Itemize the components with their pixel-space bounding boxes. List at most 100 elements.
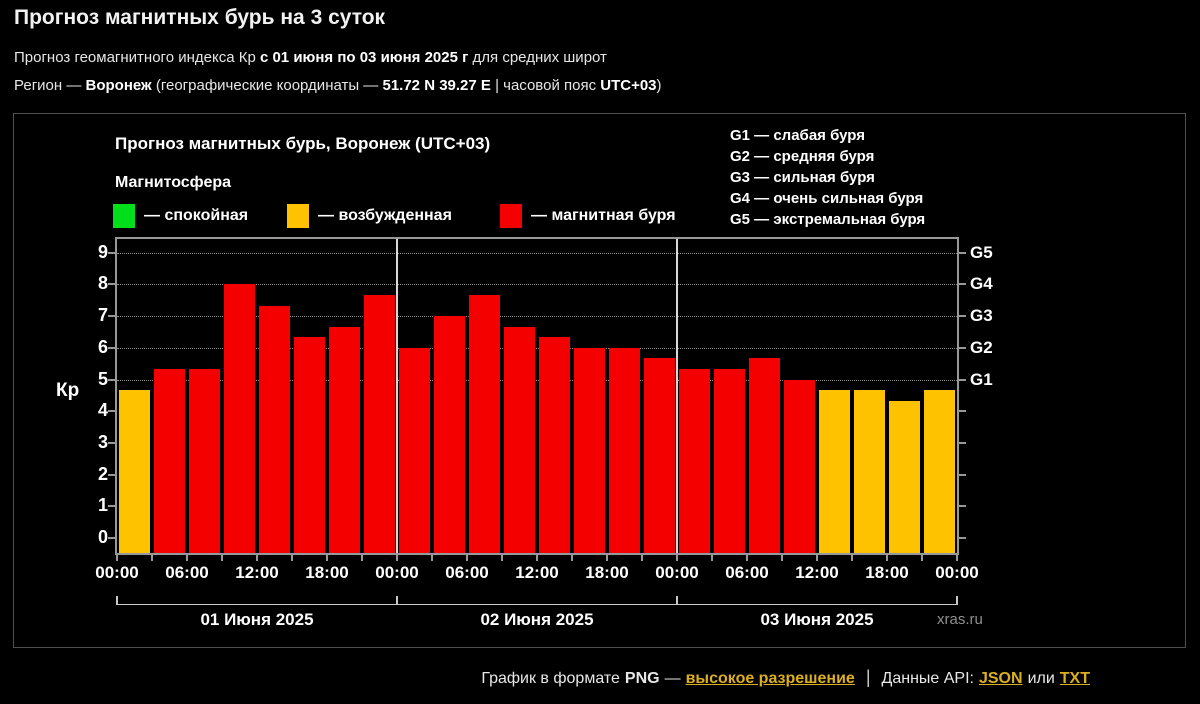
kp-bar bbox=[294, 337, 325, 553]
x-axis-tick bbox=[746, 555, 748, 561]
legend-item-quiet: — спокойная bbox=[113, 204, 248, 228]
kp-bar bbox=[644, 358, 675, 553]
time-label: 12:00 bbox=[515, 563, 559, 582]
y-axis-label-6: 6 bbox=[97, 336, 108, 357]
y-axis-label-4: 4 bbox=[97, 400, 108, 421]
kp-bar bbox=[924, 389, 955, 553]
date-bracket-tick bbox=[956, 596, 958, 605]
footer-bar: График в формате PNG — высокое разрешени… bbox=[481, 667, 1090, 688]
time-label: 18:00 bbox=[305, 563, 349, 582]
kp-bar bbox=[714, 369, 745, 553]
g5-legend-row: G5 — экстремальная буря bbox=[730, 211, 926, 228]
g-axis-label-g3: G3 bbox=[970, 306, 993, 326]
time-label: 06:00 bbox=[165, 563, 209, 582]
y-axis-tick-right bbox=[959, 378, 966, 381]
y-axis-tick-left bbox=[108, 251, 115, 254]
y-axis-tick-right bbox=[959, 505, 966, 508]
high-resolution-link[interactable]: высокое разрешение bbox=[686, 670, 855, 688]
region-prefix: Регион — bbox=[14, 77, 86, 94]
quiet-label: — спокойная bbox=[144, 207, 249, 224]
x-axis-tick bbox=[256, 555, 258, 561]
g3-legend-row: G3 — сильная буря bbox=[730, 169, 875, 186]
chart-title: Прогноз магнитных бурь, Воронеж (UTC+03) bbox=[115, 134, 491, 153]
footer-or-label: или bbox=[1027, 670, 1055, 687]
x-axis-tick bbox=[501, 555, 503, 561]
x-axis-tick bbox=[641, 555, 643, 561]
excited-color-swatch bbox=[287, 204, 309, 228]
g-axis-label-g1: G1 bbox=[970, 369, 993, 389]
x-axis-tick bbox=[886, 555, 888, 561]
y-axis-label-0: 0 bbox=[97, 527, 108, 548]
x-axis-tick bbox=[536, 555, 538, 561]
g1-legend-row: G1 — слабая буря bbox=[730, 127, 866, 144]
time-label: 18:00 bbox=[585, 563, 629, 582]
kp-bar bbox=[854, 389, 885, 553]
g-axis-label-g2: G2 bbox=[970, 337, 993, 357]
plot-area bbox=[115, 237, 959, 555]
footer-separator: | bbox=[865, 667, 871, 687]
storm-color-swatch bbox=[500, 204, 522, 228]
page-title: Прогноз магнитных бурь на 3 суток bbox=[14, 6, 386, 29]
time-label: 00:00 bbox=[95, 563, 139, 582]
footer-api-label: Данные API: bbox=[881, 670, 974, 687]
subtitle-prefix: Прогноз геомагнитного индекса Кр bbox=[14, 49, 260, 66]
json-api-link[interactable]: JSON bbox=[979, 670, 1023, 688]
excited-label: — возбужденная bbox=[318, 207, 452, 224]
y-axis-label-7: 7 bbox=[97, 305, 108, 326]
footer-format-label: График в формате bbox=[481, 670, 620, 687]
kp-bar bbox=[119, 389, 150, 553]
y-axis-tick-left bbox=[108, 537, 115, 540]
storm-scale-legend: G1 — слабая буря G2 — средняя буря G3 — … bbox=[730, 125, 925, 230]
kp-bar bbox=[609, 347, 640, 553]
time-label: 00:00 bbox=[655, 563, 699, 582]
y-axis-label-8: 8 bbox=[97, 273, 108, 294]
kp-bar bbox=[469, 294, 500, 553]
txt-api-link[interactable]: TXT bbox=[1060, 670, 1090, 688]
kp-bar bbox=[889, 400, 920, 553]
region-line: Регион — Воронеж (географические координ… bbox=[14, 77, 662, 94]
y-axis-tick-left bbox=[108, 283, 115, 286]
kp-bar bbox=[154, 369, 185, 553]
region-name: Воронеж bbox=[85, 77, 152, 94]
y-axis-tick-right bbox=[959, 473, 966, 476]
g-axis-label-g5: G5 bbox=[970, 242, 993, 262]
y-axis-tick-left bbox=[108, 410, 115, 413]
y-axis-tick-right bbox=[959, 251, 966, 254]
y-axis-tick-right bbox=[959, 410, 966, 413]
time-label: 00:00 bbox=[375, 563, 419, 582]
x-axis-tick bbox=[851, 555, 853, 561]
x-axis-tick bbox=[291, 555, 293, 561]
time-label: 12:00 bbox=[795, 563, 839, 582]
y-axis-label-9: 9 bbox=[97, 241, 108, 262]
x-axis-tick bbox=[151, 555, 153, 561]
date-bracket-tick bbox=[676, 596, 678, 605]
kp-bar bbox=[224, 284, 255, 553]
date-bracket-line bbox=[117, 604, 958, 605]
y-axis-tick-left bbox=[108, 315, 115, 318]
g-axis-label-g4: G4 bbox=[970, 274, 993, 294]
y-axis-tick-right bbox=[959, 315, 966, 318]
region-close: ) bbox=[656, 77, 662, 94]
y-axis-label-2: 2 bbox=[97, 463, 108, 484]
x-axis-tick bbox=[186, 555, 188, 561]
y-axis-tick-right bbox=[959, 537, 966, 540]
x-axis-tick bbox=[396, 555, 398, 561]
date-label: 01 Июня 2025 bbox=[200, 610, 314, 629]
kp-bar bbox=[819, 389, 850, 553]
kp-bar bbox=[189, 369, 220, 553]
y-axis-tick-left bbox=[108, 473, 115, 476]
time-label: 06:00 bbox=[445, 563, 489, 582]
y-axis-tick-right bbox=[959, 283, 966, 286]
kp-bar bbox=[539, 337, 570, 553]
forecast-subtitle: Прогноз геомагнитного индекса Кр с 01 ию… bbox=[14, 49, 607, 66]
kp-bar bbox=[749, 358, 780, 553]
y-axis-tick-right bbox=[959, 441, 966, 444]
g4-legend-row: G4 — очень сильная буря bbox=[730, 190, 924, 207]
y-axis-tick-left bbox=[108, 505, 115, 508]
x-axis-tick bbox=[606, 555, 608, 561]
x-axis-tick bbox=[781, 555, 783, 561]
time-label: 18:00 bbox=[865, 563, 909, 582]
x-axis-tick bbox=[571, 555, 573, 561]
time-label: 06:00 bbox=[725, 563, 769, 582]
g2-legend-row: G2 — средняя буря bbox=[730, 148, 875, 165]
